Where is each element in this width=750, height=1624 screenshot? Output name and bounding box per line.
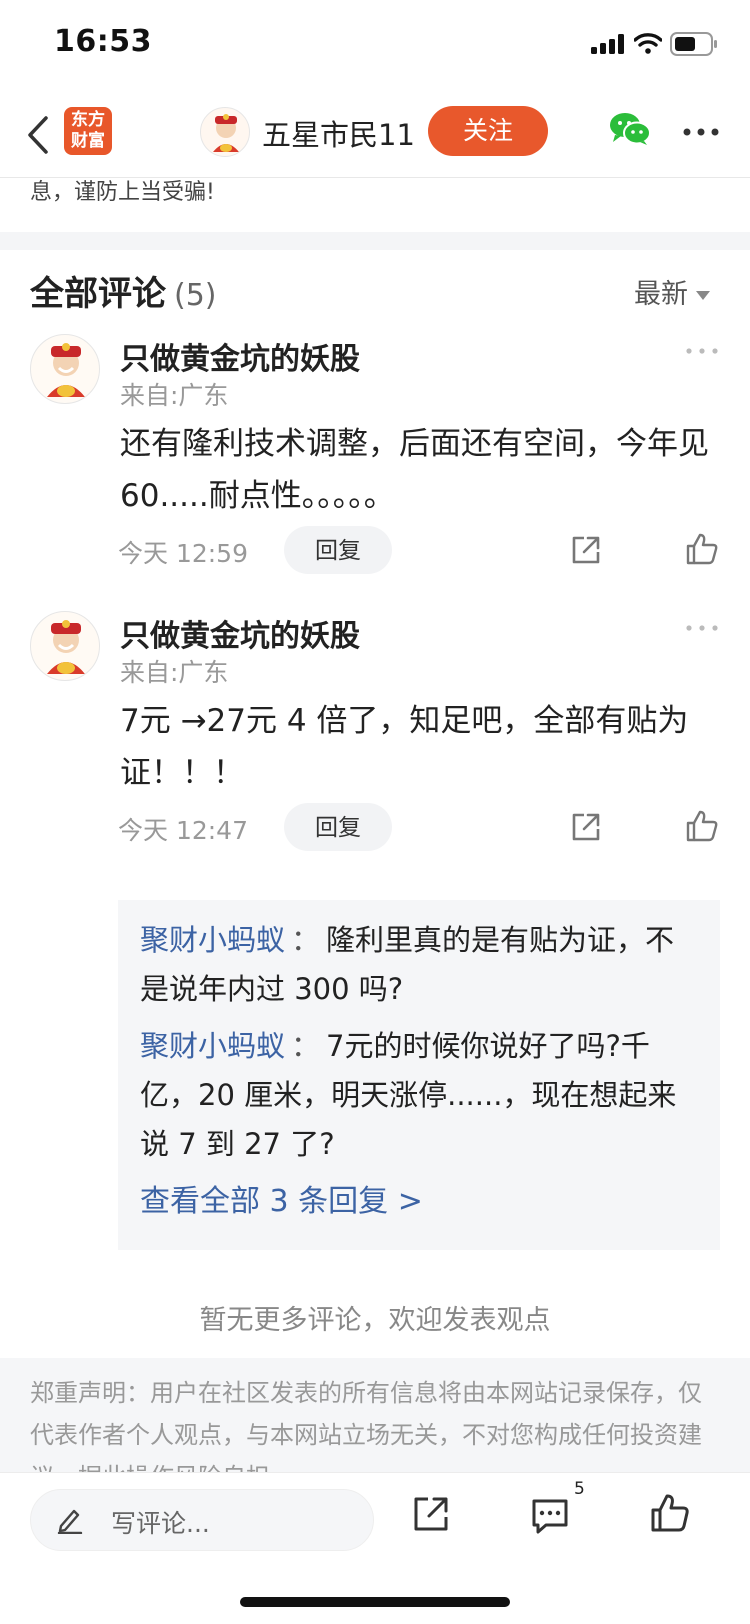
article-text-tail: 息，谨防上当受骗!: [30, 180, 215, 202]
more-icon[interactable]: [686, 348, 718, 354]
disclaimer-box: 郑重声明：用户在社区发表的所有信息将由本网站记录保存，仅代表作者个人观点，与本网…: [0, 1358, 750, 1472]
reply-button[interactable]: 回复: [284, 803, 392, 851]
comment-item: 只做黄金坑的妖股 来自:广东 还有隆利技术调整，后面还有空间，今年见 60...…: [0, 334, 750, 584]
write-comment-placeholder: 写评论...: [111, 1509, 210, 1538]
comment-origin: 来自:广东: [120, 658, 229, 687]
commenter-avatar[interactable]: [30, 611, 100, 681]
write-comment-input[interactable]: 写评论...: [30, 1489, 374, 1551]
share-icon[interactable]: [570, 811, 602, 843]
logo-line1: 东方: [71, 110, 105, 130]
logo-line2: 财富: [71, 131, 105, 151]
status-bar: 16:53: [0, 0, 750, 92]
share-icon[interactable]: [412, 1495, 450, 1533]
reply-button[interactable]: 回复: [284, 526, 392, 574]
commenter-name[interactable]: 只做黄金坑的妖股: [120, 611, 360, 655]
comments-count: (5): [174, 278, 217, 313]
comment-icon[interactable]: [530, 1497, 570, 1535]
like-icon[interactable]: [685, 532, 719, 566]
reply-username[interactable]: 聚财小蚂蚁: [140, 1029, 285, 1063]
comment-time: 今天 12:47: [118, 816, 248, 845]
caret-down-icon: [696, 291, 710, 300]
wifi-icon: [634, 33, 662, 54]
comments-header: 全部评论 (5): [30, 266, 217, 315]
status-time: 16:53: [54, 24, 152, 59]
sort-label: 最新: [634, 279, 688, 310]
comment-origin: 来自:广东: [120, 381, 229, 410]
reply-separator: ：: [291, 1029, 321, 1063]
bottom-action-bar: 写评论... 5: [0, 1472, 750, 1624]
author-username[interactable]: 五星市民11: [262, 112, 415, 154]
home-indicator[interactable]: [240, 1597, 510, 1607]
comment-item: 只做黄金坑的妖股 来自:广东 7元 →27元 4 倍了，知足吧，全部有贴为证！！…: [0, 611, 750, 861]
commenter-name[interactable]: 只做黄金坑的妖股: [120, 334, 360, 378]
reply-separator: ：: [291, 923, 321, 957]
signal-icon: [591, 34, 624, 54]
comment-time: 今天 12:59: [118, 539, 248, 568]
commenter-avatar[interactable]: [30, 334, 100, 404]
no-more-comments: 暂无更多评论，欢迎发表观点: [199, 1305, 551, 1336]
disclaimer-text: 郑重声明：用户在社区发表的所有信息将由本网站记录保存，仅代表作者个人观点，与本网…: [30, 1379, 702, 1472]
section-divider: [0, 232, 750, 250]
reply-item[interactable]: 聚财小蚂蚁：隆利里真的是有贴为证，不是说年内过 300 吗?: [140, 916, 698, 1014]
more-icon[interactable]: [686, 625, 718, 631]
comment-count-badge: 5: [574, 1479, 585, 1499]
author-avatar[interactable]: [200, 107, 250, 157]
top-nav: 东方 财富 五星市民11 关注: [0, 92, 750, 178]
view-all-replies-link[interactable]: 查看全部 3 条回复 >: [140, 1177, 698, 1226]
battery-icon: [670, 32, 717, 56]
more-icon[interactable]: [683, 128, 719, 136]
comment-text: 7元 →27元 4 倍了，知足吧，全部有贴为证！！！: [120, 703, 689, 791]
reply-username[interactable]: 聚财小蚂蚁: [140, 923, 285, 957]
like-icon[interactable]: [685, 809, 719, 843]
back-arrow-icon[interactable]: [24, 110, 54, 160]
sort-dropdown[interactable]: 最新: [634, 272, 710, 311]
app-logo[interactable]: 东方 财富: [64, 107, 112, 155]
comments-title: 全部评论: [30, 274, 166, 314]
share-icon[interactable]: [570, 534, 602, 566]
follow-button[interactable]: 关注: [428, 106, 548, 156]
wechat-icon[interactable]: [609, 112, 651, 146]
like-icon[interactable]: [650, 1493, 690, 1533]
reply-item[interactable]: 聚财小蚂蚁： 7元的时候你说好了吗?千亿，20 厘米，明天涨停......，现在想…: [140, 1022, 698, 1169]
replies-box: 聚财小蚂蚁：隆利里真的是有贴为证，不是说年内过 300 吗? 聚财小蚂蚁： 7元的…: [118, 900, 720, 1250]
pen-icon: [57, 1509, 83, 1534]
comment-text: 还有隆利技术调整，后面还有空间，今年见 60.....耐点性。。。。。: [120, 426, 709, 514]
